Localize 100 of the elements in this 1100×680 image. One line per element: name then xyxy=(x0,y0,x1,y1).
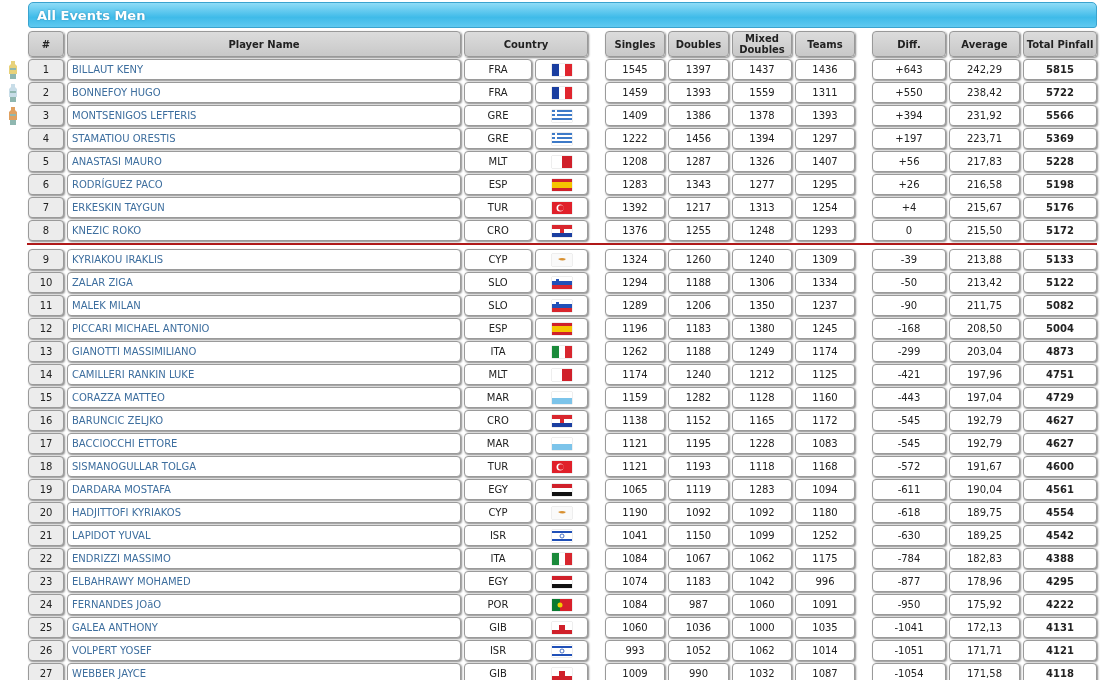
average-cell: 197,04 xyxy=(949,387,1020,408)
score-cell: 1559 xyxy=(732,82,792,103)
score-cell: 1128 xyxy=(732,387,792,408)
country-cell: ESP xyxy=(464,318,532,339)
score-cell: 1459 xyxy=(605,82,665,103)
total-cell: 5082 xyxy=(1023,295,1097,316)
diff-cell: -299 xyxy=(872,341,946,362)
player-link[interactable]: BILLAUT KENY xyxy=(72,64,144,75)
score-cell: 1121 xyxy=(605,433,665,454)
player-link[interactable]: GIANOTTI MASSIMILIANO xyxy=(72,346,197,357)
player-link[interactable]: BARUNCIC ZELJKO xyxy=(72,415,164,426)
score-cell: 1397 xyxy=(668,59,729,80)
score-cell: 1252 xyxy=(795,525,855,546)
diff-cell: -545 xyxy=(872,410,946,431)
player-link[interactable]: FERNANDES JOãO xyxy=(72,599,162,610)
diff-cell: -950 xyxy=(872,594,946,615)
country-cell: MAR xyxy=(464,387,532,408)
player-link[interactable]: MALEK MILAN xyxy=(72,300,141,311)
column-header: Diff. xyxy=(872,31,946,57)
section-title: All Events Men xyxy=(28,2,1097,28)
average-cell: 171,71 xyxy=(949,640,1020,661)
column-header: Teams xyxy=(795,31,855,57)
flag-icon xyxy=(551,598,572,611)
total-cell: 5815 xyxy=(1023,59,1097,80)
average-cell: 203,04 xyxy=(949,341,1020,362)
rank-cell: 15 xyxy=(28,387,64,408)
score-cell: 1206 xyxy=(668,295,729,316)
country-cell: TUR xyxy=(464,456,532,477)
score-cell: 1183 xyxy=(668,318,729,339)
average-cell: 182,83 xyxy=(949,548,1020,569)
rank-cell: 8 xyxy=(28,220,64,241)
country-cell: SLO xyxy=(464,295,532,316)
rank-cell: 10 xyxy=(28,272,64,293)
total-cell: 4751 xyxy=(1023,364,1097,385)
average-cell: 223,71 xyxy=(949,128,1020,149)
score-cell: 1240 xyxy=(668,364,729,385)
player-link[interactable]: ELBAHRAWY MOHAMED xyxy=(72,576,191,587)
total-cell: 5176 xyxy=(1023,197,1097,218)
player-link[interactable]: HADJITTOFI KYRIAKOS xyxy=(72,507,182,518)
score-cell: 1159 xyxy=(605,387,665,408)
player-link[interactable]: WEBBER JAYCE xyxy=(72,668,147,679)
country-cell: FRA xyxy=(464,82,532,103)
player-link[interactable]: CORAZZA MATTEO xyxy=(72,392,165,403)
player-link[interactable]: ERKESKIN TAYGUN xyxy=(72,202,165,213)
flag-icon xyxy=(551,552,572,565)
country-cell: EGY xyxy=(464,479,532,500)
player-link[interactable]: KYRIAKOU IRAKLIS xyxy=(72,254,164,265)
score-cell: 1393 xyxy=(795,105,855,126)
rank-cell: 2 xyxy=(28,82,64,103)
score-cell: 1437 xyxy=(732,59,792,80)
score-cell: 1032 xyxy=(732,663,792,680)
score-cell: 1254 xyxy=(795,197,855,218)
average-cell: 178,96 xyxy=(949,571,1020,592)
column-header: Country xyxy=(464,31,588,57)
score-cell: 1394 xyxy=(732,128,792,149)
player-link[interactable]: RODRÍGUEZ PACO xyxy=(72,179,163,190)
score-cell: 1035 xyxy=(795,617,855,638)
score-cell: 1217 xyxy=(668,197,729,218)
player-link[interactable]: DARDARA MOSTAFA xyxy=(72,484,171,495)
score-cell: 1174 xyxy=(795,341,855,362)
player-link[interactable]: ZALAR ZIGA xyxy=(72,277,133,288)
score-cell: 1065 xyxy=(605,479,665,500)
country-cell: MAR xyxy=(464,433,532,454)
player-link[interactable]: SISMANOGULLAR TOLGA xyxy=(72,461,196,472)
score-cell: 1084 xyxy=(605,594,665,615)
diff-cell: +4 xyxy=(872,197,946,218)
player-link[interactable]: CAMILLERI RANKIN LUKE xyxy=(72,369,195,380)
player-link[interactable]: GALEA ANTHONY xyxy=(72,622,158,633)
score-cell: 1255 xyxy=(668,220,729,241)
score-cell: 1087 xyxy=(795,663,855,680)
diff-cell: +394 xyxy=(872,105,946,126)
diff-cell: +56 xyxy=(872,151,946,172)
score-cell: 1309 xyxy=(795,249,855,270)
score-cell: 996 xyxy=(795,571,855,592)
score-cell: 1060 xyxy=(605,617,665,638)
player-link[interactable]: MONTSENIGOS LEFTERIS xyxy=(72,110,197,121)
rank-cell: 14 xyxy=(28,364,64,385)
player-link[interactable]: LAPIDOT YUVAL xyxy=(72,530,151,541)
total-cell: 5566 xyxy=(1023,105,1097,126)
player-link[interactable]: BACCIOCCHI ETTORE xyxy=(72,438,178,449)
player-link[interactable]: ENDRIZZI MASSIMO xyxy=(72,553,171,564)
player-link[interactable]: BONNEFOY HUGO xyxy=(72,87,161,98)
score-cell: 1294 xyxy=(605,272,665,293)
total-cell: 4554 xyxy=(1023,502,1097,523)
rank-cell: 21 xyxy=(28,525,64,546)
flag-icon xyxy=(551,253,572,266)
player-link[interactable]: ANASTASI MAURO xyxy=(72,156,162,167)
country-cell: MLT xyxy=(464,364,532,385)
score-cell: 1183 xyxy=(668,571,729,592)
diff-cell: -1041 xyxy=(872,617,946,638)
average-cell: 192,79 xyxy=(949,410,1020,431)
player-link[interactable]: VOLPERT YOSEF xyxy=(72,645,152,656)
total-cell: 5172 xyxy=(1023,220,1097,241)
country-cell: ITA xyxy=(464,548,532,569)
player-link[interactable]: STAMATIOU ORESTIS xyxy=(72,133,176,144)
player-link[interactable]: PICCARI MICHAEL ANTONIO xyxy=(72,323,210,334)
score-cell: 1092 xyxy=(668,502,729,523)
player-link[interactable]: KNEZIC ROKO xyxy=(72,225,142,236)
score-cell: 1062 xyxy=(732,640,792,661)
average-cell: 217,83 xyxy=(949,151,1020,172)
